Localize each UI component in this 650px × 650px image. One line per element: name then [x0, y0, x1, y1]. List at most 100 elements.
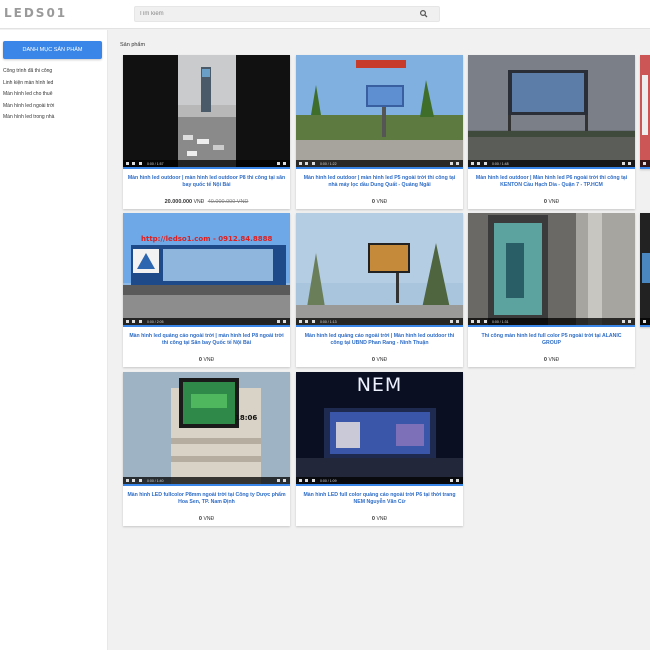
currency: VNĐ: [548, 199, 560, 205]
video-thumbnail[interactable]: [640, 213, 650, 327]
video-thumbnail[interactable]: 0:00 / 1:13: [296, 213, 463, 327]
product-card[interactable]: [640, 213, 650, 327]
video-controls[interactable]: 0:00 / 1:22: [296, 160, 463, 167]
main-content: Sản phẩm 0:00 / 1:57 Màn hình led outdoo…: [109, 30, 650, 650]
product-price: 0: [371, 516, 375, 522]
product-card[interactable]: 0:00 / 1:57 Màn hình led outdoor | màn h…: [123, 55, 290, 209]
video-controls[interactable]: 0:00 / 1:13: [296, 318, 463, 325]
store-sign-text: NEM: [356, 374, 403, 396]
site-logo[interactable]: LEDS01: [4, 6, 67, 20]
price-row: 0 VNĐ: [123, 353, 290, 367]
video-thumbnail[interactable]: 0:00 / 1:22: [296, 55, 463, 169]
product-price: 0: [543, 199, 547, 205]
currency: VNĐ: [548, 357, 560, 363]
product-card[interactable]: 0:00 / 1:22 Màn hình led outdoor | màn h…: [296, 55, 463, 209]
video-controls[interactable]: [640, 318, 650, 325]
product-price: 0: [543, 357, 547, 363]
product-title[interactable]: Màn hình led outdoor | màn hình led P5 n…: [296, 169, 463, 195]
thumbnail-image: [640, 55, 650, 169]
video-progress-bar[interactable]: [123, 484, 290, 486]
price-row: 0 VNĐ: [468, 195, 635, 209]
product-price: 0: [371, 199, 375, 205]
video-progress-bar[interactable]: [296, 325, 463, 327]
thumbnail-image: [123, 372, 290, 486]
video-progress-bar[interactable]: [640, 167, 650, 169]
product-price: 0: [198, 357, 202, 363]
video-progress-bar[interactable]: [123, 325, 290, 327]
category-item-completed-projects[interactable]: Công trình đã thi công: [3, 66, 54, 78]
video-thumbnail[interactable]: 0:00 / 1:48: [468, 55, 635, 169]
video-controls[interactable]: 0:00 / 1:31: [468, 318, 635, 325]
product-card[interactable]: [640, 55, 650, 169]
product-card[interactable]: 0:00 / 1:48 Màn hình led outdoor | Màn h…: [468, 55, 635, 209]
video-progress-bar[interactable]: [468, 325, 635, 327]
video-controls[interactable]: 0:00 / 1:40: [123, 477, 290, 484]
video-controls[interactable]: 0:00 / 2:05: [123, 318, 290, 325]
currency: VNĐ: [203, 357, 215, 363]
price-row: 0 VNĐ: [296, 353, 463, 367]
product-card[interactable]: NEM 0:00 / 1:09 Màn hình LED full color …: [296, 372, 463, 526]
product-category-button[interactable]: Danh mục sản phẩm: [3, 41, 102, 59]
product-card[interactable]: 18:06 0:00 / 1:40 Màn hình LED fullcolor…: [123, 372, 290, 526]
search-input[interactable]: [135, 7, 415, 21]
price-row: 0 VNĐ: [123, 512, 290, 526]
video-controls[interactable]: [640, 160, 650, 167]
product-card[interactable]: http://ledso1.com - 0912.84.8888 0:00 / …: [123, 213, 290, 367]
category-item-indoor-led[interactable]: Màn hình led trong nhà: [3, 112, 54, 124]
video-progress-bar[interactable]: [468, 167, 635, 169]
product-title[interactable]: Màn hình led outdoor | màn hình led outd…: [123, 169, 290, 195]
video-thumbnail[interactable]: 18:06 0:00 / 1:40: [123, 372, 290, 486]
thumbnail-image: [640, 213, 650, 327]
currency: VNĐ: [203, 516, 215, 522]
old-price: 40.000.000 VNĐ: [207, 199, 249, 205]
search-icon[interactable]: [419, 9, 429, 19]
video-thumbnail[interactable]: http://ledso1.com - 0912.84.8888 0:00 / …: [123, 213, 290, 327]
thumbnail-image: [468, 213, 635, 327]
thumbnail-image: [296, 213, 463, 327]
video-controls[interactable]: 0:00 / 1:09: [296, 477, 463, 484]
video-controls[interactable]: 0:00 / 1:57: [123, 160, 290, 167]
banner-text: http://ledso1.com - 0912.84.8888: [141, 235, 273, 243]
product-card[interactable]: 0:00 / 1:31 Thi công màn hình led full c…: [468, 213, 635, 367]
top-bar: LEDS01: [0, 0, 650, 29]
price-row: 0 VNĐ: [296, 195, 463, 209]
search-box: [134, 6, 440, 22]
product-title[interactable]: Màn hình led quảng cáo ngoài trời | Màn …: [296, 327, 463, 353]
video-progress-bar[interactable]: [296, 167, 463, 169]
product-price: 20.000.000: [164, 199, 193, 205]
price-row: 0 VNĐ: [468, 353, 635, 367]
currency: VNĐ: [376, 357, 388, 363]
section-title: Sản phẩm: [120, 42, 146, 48]
thumbnail-image: [123, 213, 290, 327]
product-price: 0: [371, 357, 375, 363]
video-thumbnail[interactable]: [640, 55, 650, 169]
thumbnail-image: [296, 55, 463, 169]
category-list: Công trình đã thi công Linh kiện màn hìn…: [3, 66, 54, 124]
video-thumbnail[interactable]: 0:00 / 1:57: [123, 55, 290, 169]
product-title[interactable]: Màn hình led quảng cáo ngoài trời | màn …: [123, 327, 290, 353]
video-progress-bar[interactable]: [296, 484, 463, 486]
video-progress-bar[interactable]: [640, 325, 650, 327]
category-item-led-rental[interactable]: Màn hình led cho thuê: [3, 89, 54, 101]
thumbnail-image: [468, 55, 635, 169]
price-row: 20.000.000 VNĐ 40.000.000 VNĐ: [123, 195, 290, 209]
video-controls[interactable]: 0:00 / 1:48: [468, 160, 635, 167]
sidebar: Danh mục sản phẩm Công trình đã thi công…: [0, 30, 108, 650]
currency: VNĐ: [376, 516, 388, 522]
category-item-led-components[interactable]: Linh kiện màn hình led: [3, 78, 54, 90]
product-price: 0: [198, 516, 202, 522]
video-progress-bar[interactable]: [123, 167, 290, 169]
category-item-outdoor-led[interactable]: Màn hình led ngoài trời: [3, 101, 54, 113]
video-thumbnail[interactable]: 0:00 / 1:31: [468, 213, 635, 327]
product-title[interactable]: Màn hình LED fullcolor P8mm ngoài trời t…: [123, 486, 290, 512]
price-row: 0 VNĐ: [296, 512, 463, 526]
product-title[interactable]: Màn hình led outdoor | Màn hình led P6 n…: [468, 169, 635, 195]
product-title[interactable]: Màn hình LED full color quảng cáo ngoài …: [296, 486, 463, 512]
currency: VNĐ: [376, 199, 388, 205]
thumbnail-image: [178, 55, 236, 169]
product-title[interactable]: Thi công màn hình led full color P5 ngoà…: [468, 327, 635, 353]
product-card[interactable]: 0:00 / 1:13 Màn hình led quảng cáo ngoài…: [296, 213, 463, 367]
video-thumbnail[interactable]: NEM 0:00 / 1:09: [296, 372, 463, 486]
currency: VNĐ: [193, 199, 205, 205]
screen-time-text: 18:06: [235, 414, 258, 422]
